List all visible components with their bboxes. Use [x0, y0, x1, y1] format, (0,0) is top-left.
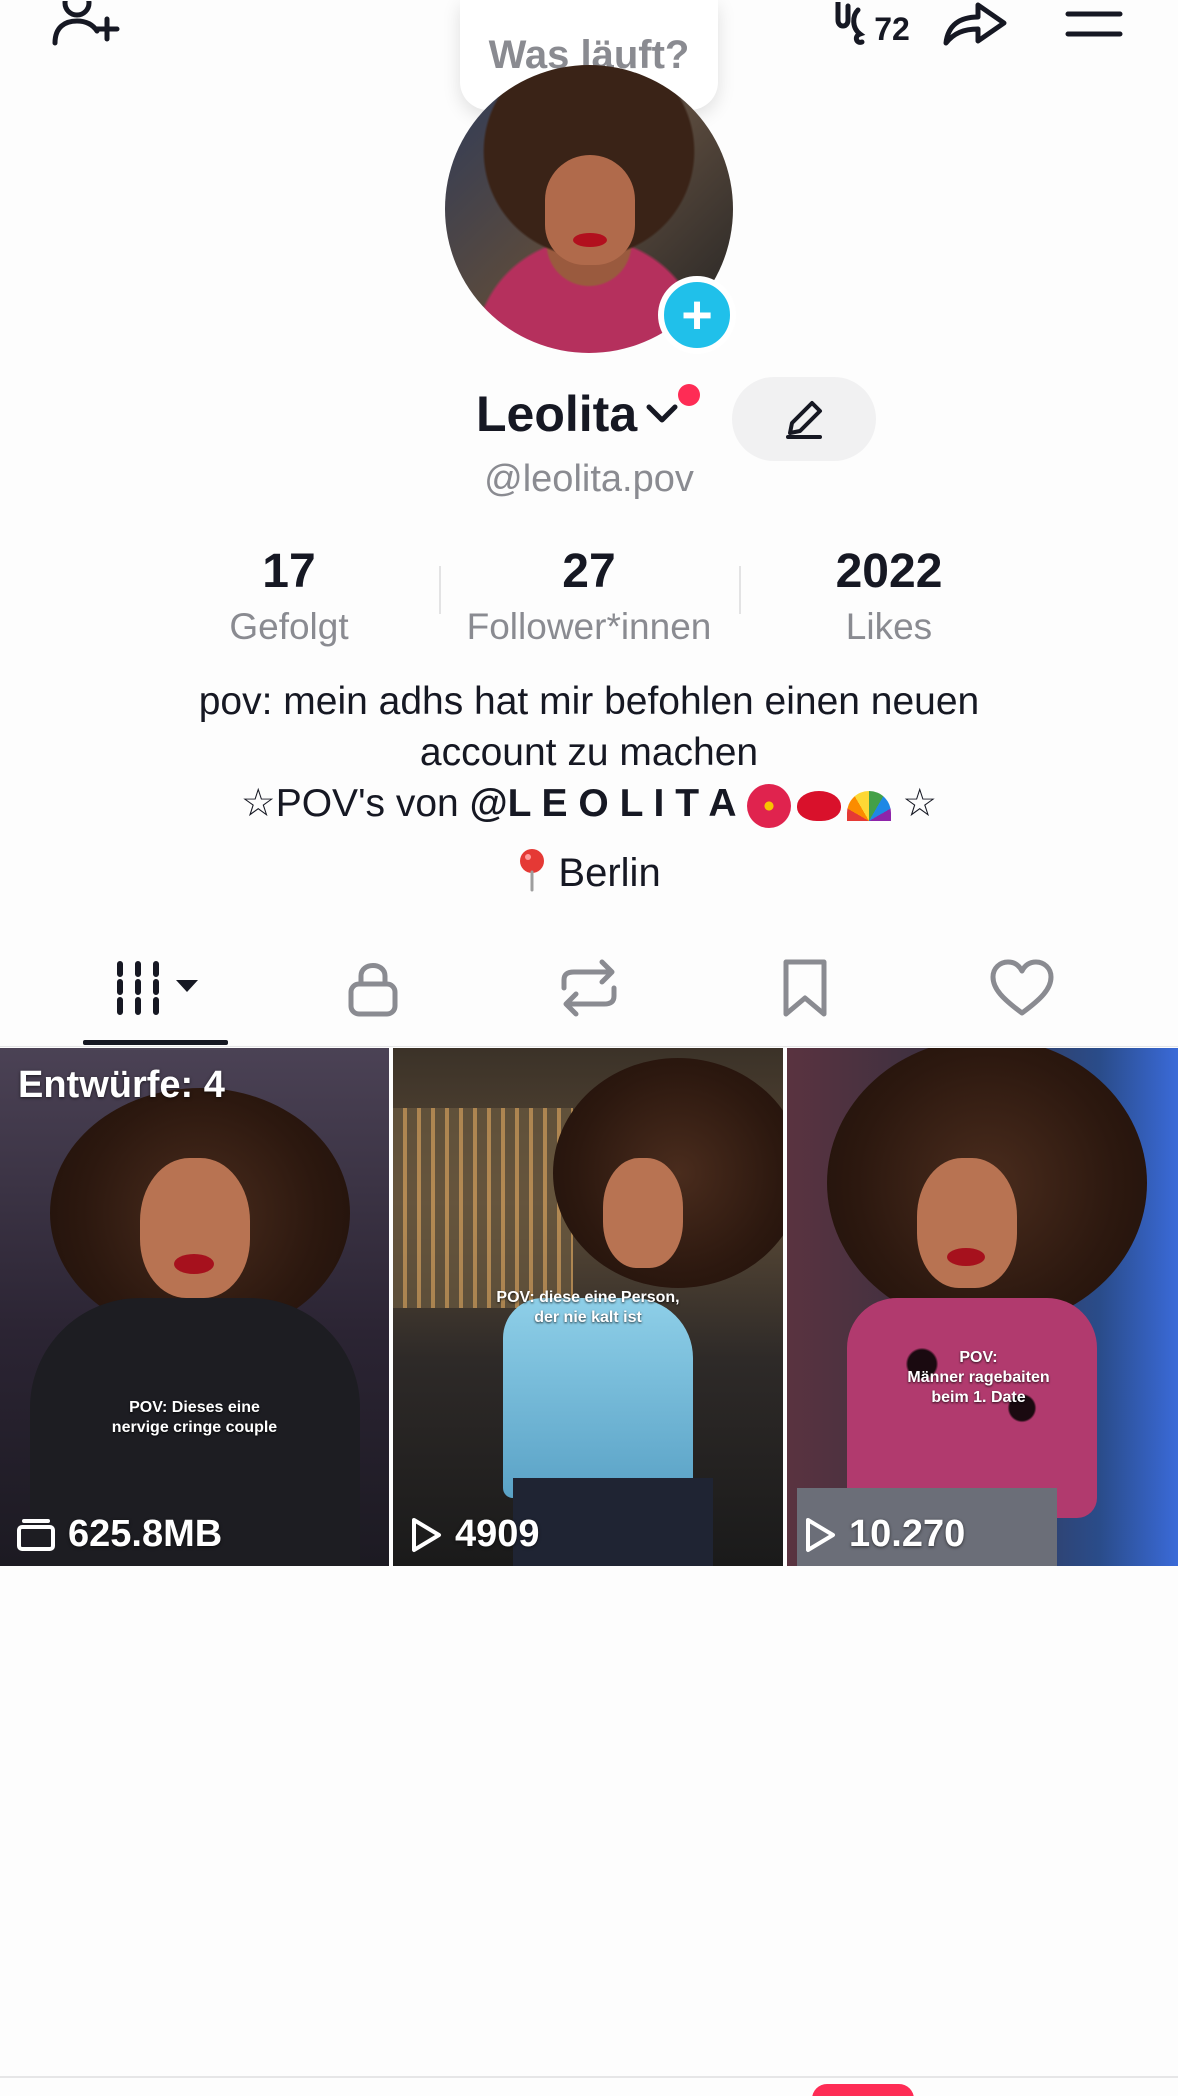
drafts-icon — [17, 1518, 55, 1551]
video-thumbnail-building — [393, 1108, 573, 1308]
caption-line: beim 1. Date — [931, 1389, 1026, 1406]
inbox-badge[interactable] — [812, 2084, 914, 2096]
footprint-icon[interactable]: 72 — [826, 0, 916, 48]
edit-profile-button[interactable] — [732, 377, 876, 461]
bio-emojis — [747, 783, 892, 828]
video-caption: POV: diese eine Person, der nie kalt ist — [393, 1288, 783, 1328]
video-tile[interactable]: POV: diese eine Person, der nie kalt ist… — [393, 1048, 783, 1566]
username-handle: @leolita.pov — [484, 458, 694, 500]
avatar-face — [545, 155, 635, 265]
video-tile-drafts[interactable]: Entwürfe: 4 POV: Dieses eine nervige cri… — [0, 1048, 389, 1566]
stat-divider — [439, 566, 441, 614]
notification-count: 72 — [874, 10, 910, 47]
chevron-down-icon — [646, 404, 678, 423]
stat-followers[interactable]: 27 Follower*innen — [449, 542, 729, 650]
display-name-row[interactable]: Leolita — [476, 385, 679, 443]
drafts-label: Entwürfe: 4 — [18, 1064, 225, 1106]
video-thumbnail-lips — [947, 1248, 985, 1266]
video-stat: 10.270 — [803, 1513, 965, 1556]
grid-icon — [117, 961, 198, 1015]
video-stat: 4909 — [409, 1513, 540, 1556]
stat-likes[interactable]: 2022 Likes — [749, 542, 1029, 650]
bio-text: ☆ — [891, 782, 938, 825]
play-icon — [806, 1517, 835, 1552]
add-story-plus-icon[interactable]: + — [658, 276, 736, 354]
stat-value: 2022 — [835, 545, 943, 598]
stat-label: Gefolgt — [229, 606, 349, 647]
play-icon — [412, 1517, 441, 1552]
stat-value: 27 — [562, 545, 616, 598]
video-stat-value: 10.270 — [849, 1513, 966, 1555]
share-icon[interactable] — [938, 0, 1010, 48]
menu-icon[interactable] — [1062, 0, 1126, 48]
bio-line: pov: mein adhs hat mir befohlen einen ne… — [198, 680, 980, 723]
lock-icon — [348, 963, 398, 1017]
video-stat-value: 625.8MB — [68, 1513, 223, 1555]
caption-line: nervige cringe couple — [111, 1419, 278, 1436]
video-caption: POV: Dieses eine nervige cringe couple — [0, 1398, 389, 1438]
caption-line: der nie kalt ist — [534, 1309, 642, 1326]
kiss-lips-icon — [797, 790, 842, 821]
tab-private[interactable] — [293, 948, 453, 1028]
avatar-lips — [573, 233, 607, 247]
tab-reposts[interactable] — [509, 948, 669, 1028]
video-thumbnail-face — [140, 1158, 250, 1298]
bio-mention[interactable]: @L E O L I T A — [470, 782, 737, 825]
stat-value: 17 — [262, 545, 316, 598]
pencil-icon — [786, 401, 822, 439]
stat-label: Likes — [845, 606, 933, 647]
stat-label: Follower*innen — [466, 606, 712, 647]
rainbow-icon — [847, 790, 892, 821]
tab-videos[interactable] — [76, 948, 236, 1028]
repost-icon — [561, 959, 617, 1017]
video-thumbnail-jeans — [513, 1478, 713, 1566]
tab-liked[interactable] — [942, 948, 1102, 1028]
bio: pov: mein adhs hat mir befohlen einen ne… — [0, 676, 1178, 829]
tab-divider — [0, 1046, 1178, 1047]
video-stat: 625.8MB — [16, 1513, 222, 1556]
location-text: Berlin — [558, 851, 661, 895]
caption-line: POV: diese eine Person, — [496, 1289, 680, 1306]
stat-following[interactable]: 17 Gefolgt — [149, 542, 429, 650]
video-thumbnail-top — [503, 1298, 693, 1498]
video-thumbnail-face — [917, 1158, 1017, 1288]
pin-icon — [520, 849, 545, 892]
heart-icon — [990, 959, 1054, 1016]
video-thumbnail-top — [847, 1298, 1097, 1518]
active-tab-indicator — [83, 1040, 228, 1045]
bio-line-pov: ☆POV's von @L E O L I T A ☆ — [0, 778, 1178, 829]
caption-line: Männer ragebaiten — [907, 1369, 1050, 1386]
video-thumbnail-lips — [174, 1254, 214, 1274]
bio-line: account zu machen — [419, 731, 759, 774]
bottom-nav-divider — [0, 2076, 1178, 2078]
caption-line: POV: — [959, 1349, 998, 1366]
tab-favorites[interactable] — [725, 948, 885, 1028]
bio-text: ☆POV's von — [240, 782, 470, 825]
video-caption: POV: Männer ragebaiten beim 1. Date — [787, 1348, 1174, 1408]
video-thumbnail-face — [603, 1158, 683, 1268]
bookmark-icon — [783, 959, 827, 1017]
caption-line: POV: Dieses eine — [129, 1399, 260, 1416]
display-name: Leolita — [476, 386, 638, 442]
video-stat-value: 4909 — [455, 1513, 540, 1555]
video-tile[interactable]: POV: Männer ragebaiten beim 1. Date 10.2… — [787, 1048, 1178, 1566]
add-friend-icon[interactable] — [44, 0, 124, 50]
stat-divider — [739, 566, 741, 614]
notification-dot — [678, 384, 700, 406]
location: Berlin — [0, 848, 1178, 896]
hibiscus-icon — [747, 783, 792, 828]
